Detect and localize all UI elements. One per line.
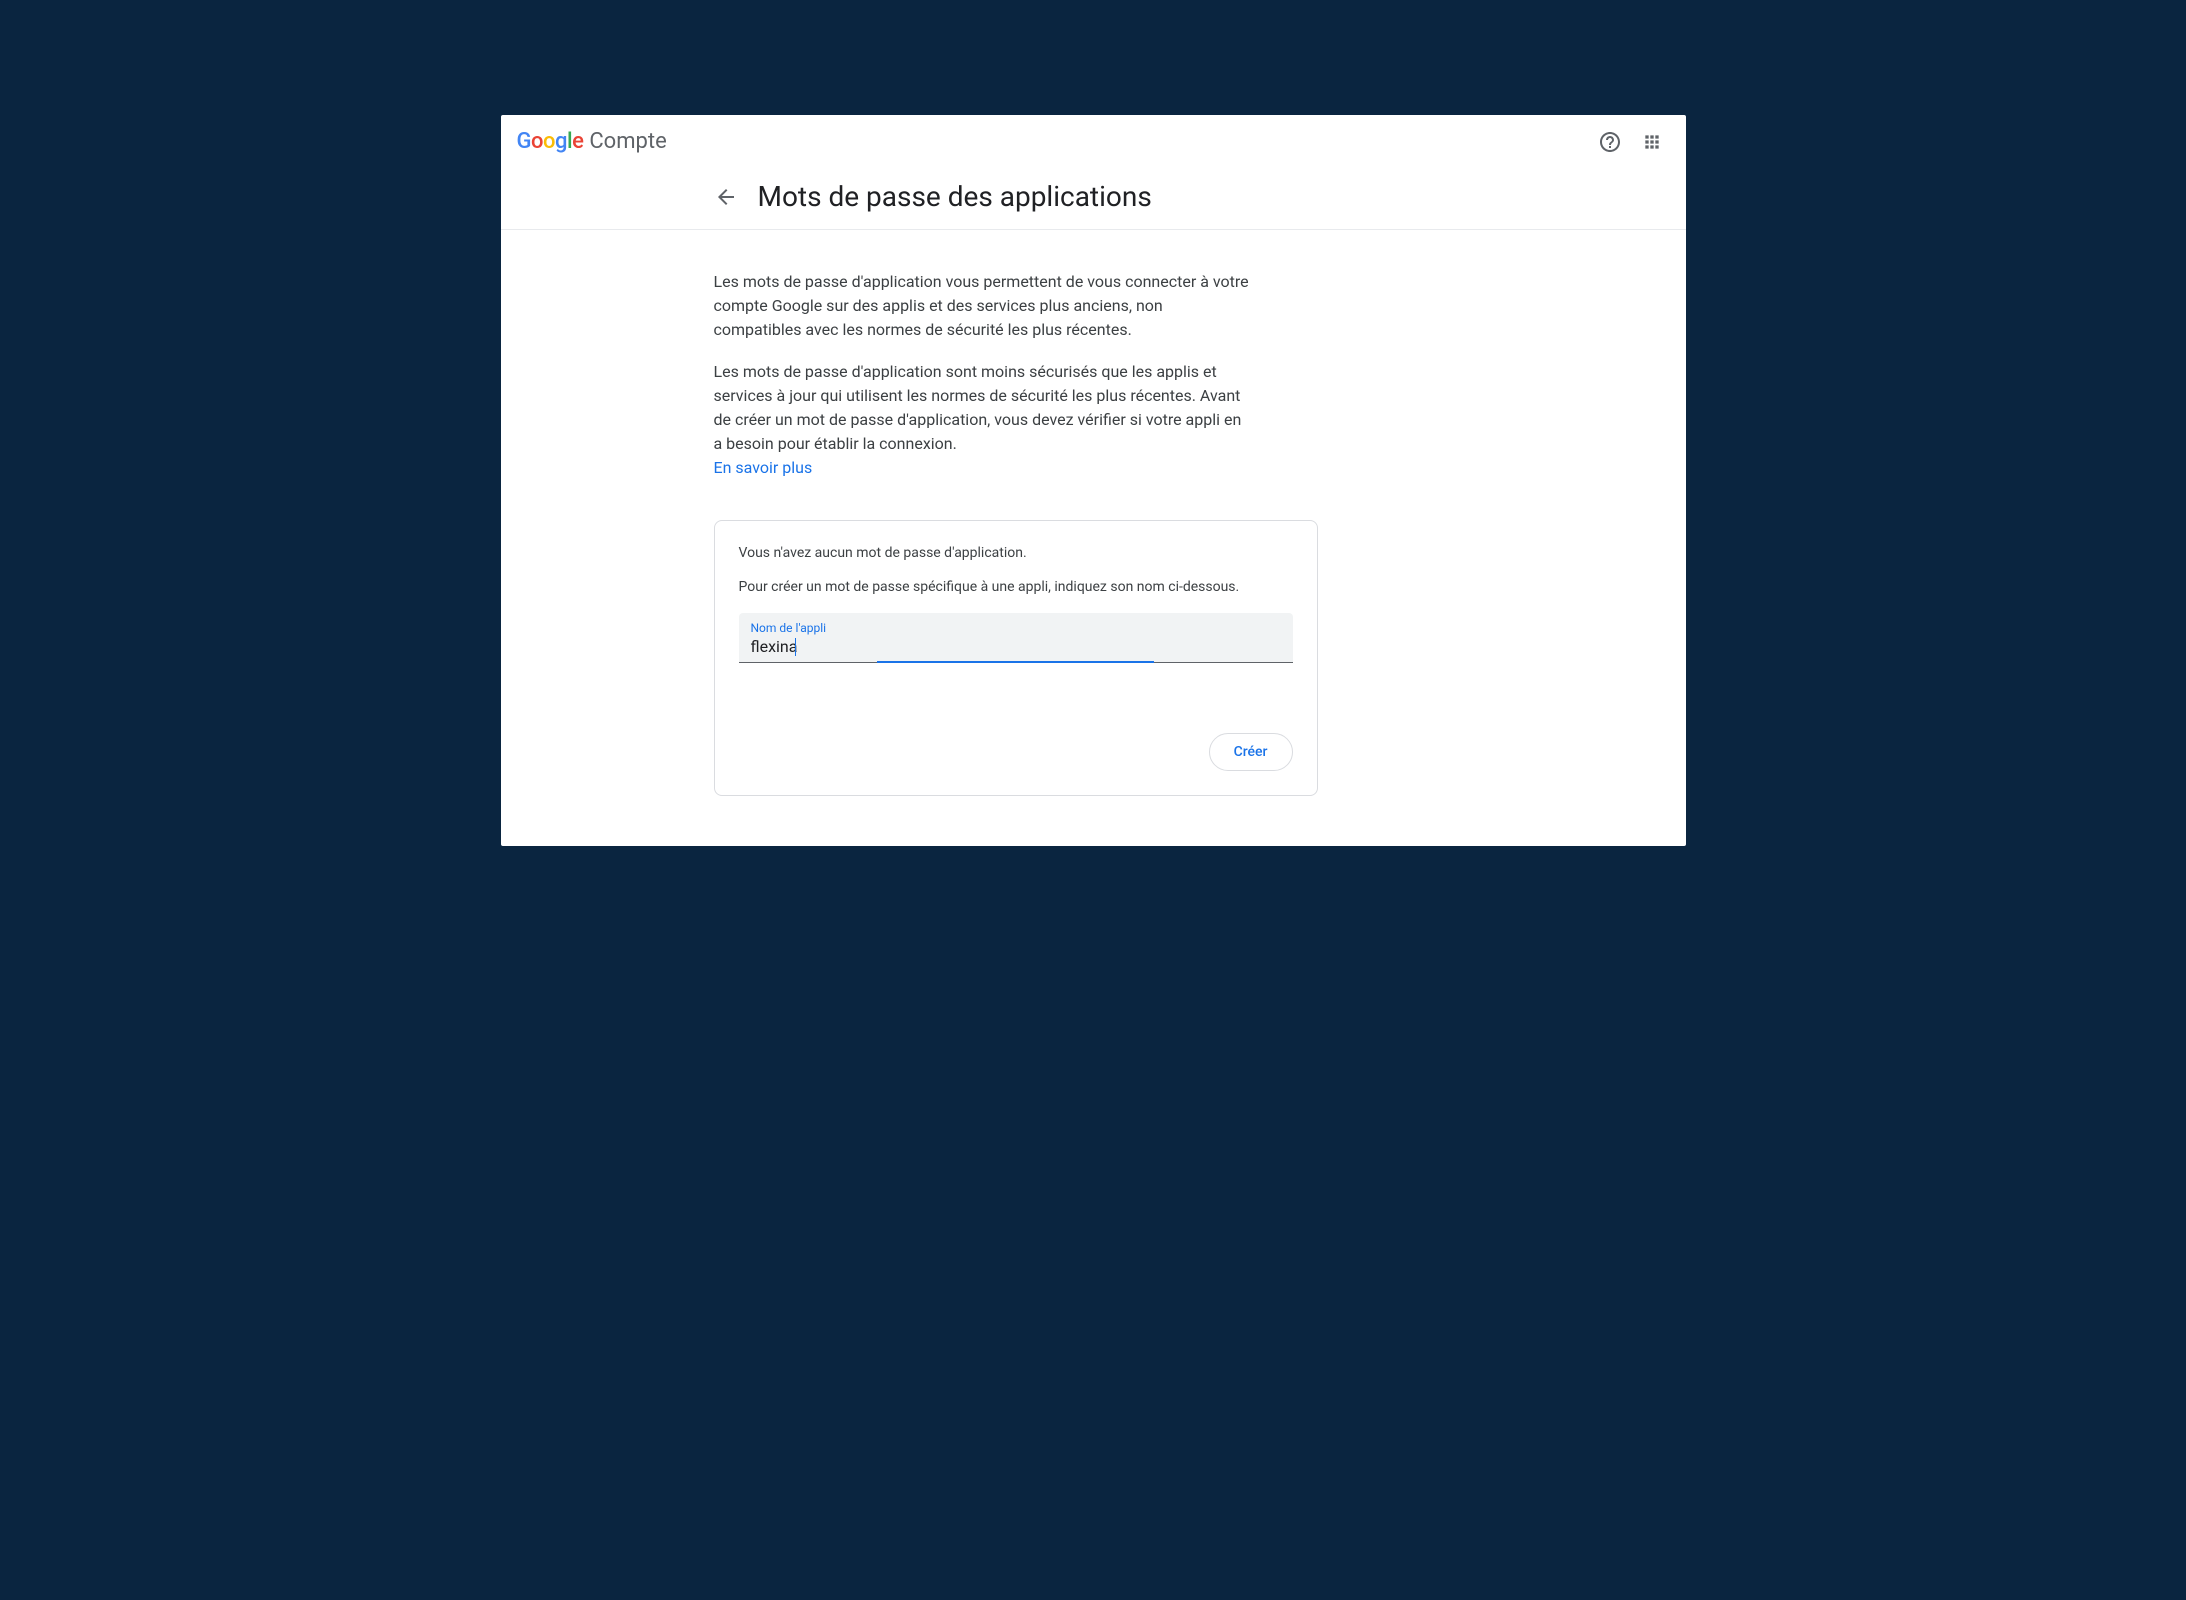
app-window: Google Compte Mots de passe des applicat…	[501, 115, 1686, 846]
empty-state-text: Vous n'avez aucun mot de passe d'applica…	[739, 545, 1293, 561]
logo-area[interactable]: Google Compte	[517, 129, 667, 154]
logo-letter-o1: o	[531, 129, 543, 154]
header-icons	[1598, 130, 1670, 154]
logo-letter-g: G	[517, 129, 532, 154]
description-paragraph-2: Les mots de passe d'application sont moi…	[714, 360, 1254, 480]
app-password-card: Vous n'avez aucun mot de passe d'applica…	[714, 520, 1318, 796]
header: Google Compte	[501, 115, 1686, 168]
title-bar: Mots de passe des applications	[501, 168, 1686, 230]
button-row: Créer	[739, 733, 1293, 771]
app-name-label: Nom de l'appli	[751, 621, 1281, 635]
google-logo: Google	[517, 129, 584, 154]
apps-grid-icon[interactable]	[1640, 130, 1664, 154]
back-arrow-icon[interactable]	[714, 185, 738, 209]
learn-more-link[interactable]: En savoir plus	[714, 458, 813, 477]
description-text-2: Les mots de passe d'application sont moi…	[714, 362, 1242, 453]
main-content: Les mots de passe d'application vous per…	[501, 230, 1321, 846]
help-icon[interactable]	[1598, 130, 1622, 154]
text-cursor	[795, 638, 796, 656]
logo-letter-g2: g	[555, 129, 567, 154]
logo-letter-o2: o	[543, 129, 555, 154]
description-paragraph-1: Les mots de passe d'application vous per…	[714, 270, 1254, 342]
product-name: Compte	[589, 129, 666, 154]
app-name-input-wrapper[interactable]: Nom de l'appli flexina	[739, 613, 1293, 663]
app-name-input[interactable]: flexina	[751, 637, 1281, 656]
page-title: Mots de passe des applications	[758, 180, 1152, 213]
create-button[interactable]: Créer	[1209, 733, 1293, 771]
app-name-value: flexina	[751, 637, 798, 656]
logo-letter-e: e	[572, 129, 583, 154]
instruction-text: Pour créer un mot de passe spécifique à …	[739, 579, 1293, 595]
